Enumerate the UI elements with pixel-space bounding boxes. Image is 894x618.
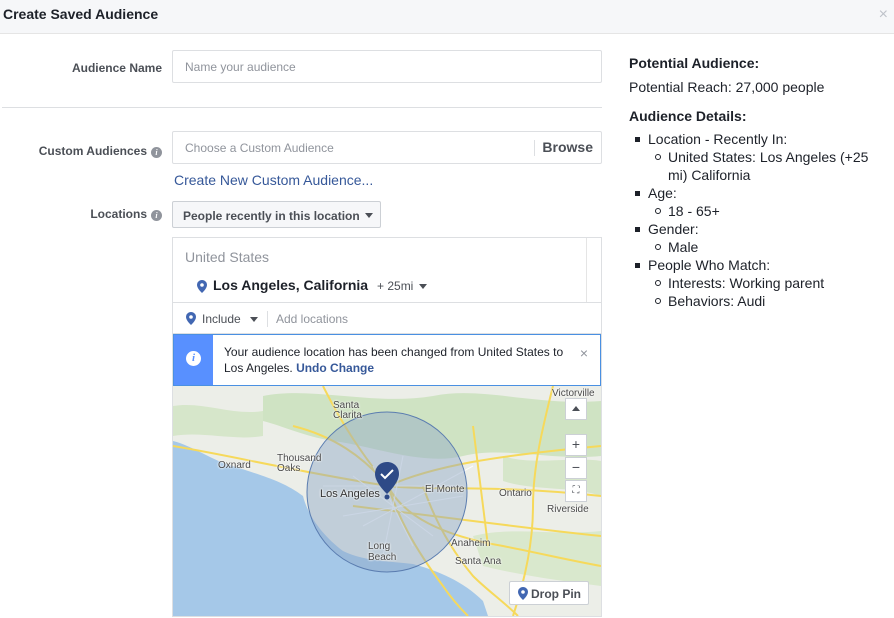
potential-audience-heading: Potential Audience:	[629, 55, 760, 71]
location-change-notice: i Your audience location has been change…	[173, 334, 601, 386]
locations-label: Locations i	[90, 207, 162, 221]
detail-behaviors: Behaviors: Audi	[668, 293, 766, 309]
bullet-square	[635, 227, 640, 232]
detail-location-value: United States: Los Angeles (+25 mi) Cali…	[668, 149, 869, 183]
zoom-out-button[interactable]: −	[565, 457, 587, 479]
location-pin-icon	[197, 280, 207, 293]
bullet-square	[635, 137, 640, 142]
bullet-circle	[655, 154, 661, 160]
add-locations-input[interactable]: Add locations	[276, 312, 348, 326]
bullet-circle	[655, 280, 661, 286]
include-row: Include Add locations	[173, 302, 601, 334]
location-list-scrollbar[interactable]	[586, 238, 587, 302]
map-label-santa-clarita: Santa Clarita	[333, 400, 362, 421]
radius-value: + 25mi	[377, 279, 414, 293]
audience-name-input[interactable]: Name your audience	[172, 50, 602, 83]
detail-match-title: People Who Match:	[648, 257, 771, 273]
info-icon[interactable]: i	[151, 147, 162, 158]
info-icon[interactable]: i	[151, 210, 162, 221]
location-pin-icon	[518, 587, 528, 600]
detail-age-value-item: 18 - 65+	[629, 202, 889, 220]
detail-age-value: 18 - 65+	[668, 203, 720, 219]
detail-gender-title: Gender:	[648, 221, 699, 237]
notice-message: Your audience location has been changed …	[224, 344, 574, 376]
drop-pin-button[interactable]: Drop Pin	[509, 581, 589, 605]
location-type-dropdown[interactable]: People recently in this location	[172, 201, 381, 228]
dialog-title: Create Saved Audience	[3, 6, 159, 22]
selected-location: Los Angeles, California	[213, 277, 369, 293]
create-custom-audience-link[interactable]: Create New Custom Audience...	[174, 172, 373, 188]
map-collapse-button[interactable]	[565, 398, 587, 420]
detail-behaviors-item: Behaviors: Audi	[629, 292, 889, 310]
map-label-thousand-oaks: Thousand Oaks	[277, 453, 322, 474]
audience-details-list: Location - Recently In: United States: L…	[629, 130, 889, 310]
bullet-circle	[655, 298, 661, 304]
info-icon: i	[186, 351, 201, 366]
detail-interests: Interests: Working parent	[668, 275, 825, 291]
potential-reach: Potential Reach: 27,000 people	[629, 79, 825, 95]
chevron-down-icon	[365, 213, 373, 218]
browse-button[interactable]: Browse	[542, 139, 593, 155]
detail-age-title: Age:	[648, 185, 677, 201]
location-panel: United States Los Angeles, California + …	[172, 237, 602, 617]
map-label-anaheim: Anaheim	[451, 538, 491, 549]
detail-location-value-item: United States: Los Angeles (+25 mi) Cali…	[629, 148, 889, 184]
map-label-los-angeles: Los Angeles	[320, 488, 380, 500]
chevron-up-icon	[572, 406, 580, 411]
drop-pin-label: Drop Pin	[531, 587, 581, 601]
map-label-santa-ana: Santa Ana	[455, 556, 502, 567]
detail-location: Location - Recently In:	[629, 130, 889, 148]
audience-details-heading: Audience Details:	[629, 108, 747, 124]
map-label-long-beach: Long Beach	[368, 541, 397, 563]
location-pin-icon	[186, 312, 196, 325]
detail-location-title: Location - Recently In:	[648, 131, 788, 147]
detail-match: People Who Match:	[629, 256, 889, 274]
bullet-circle	[655, 244, 661, 250]
notice-close-icon[interactable]: ×	[580, 345, 588, 361]
detail-gender-value: Male	[668, 239, 699, 255]
browse-divider	[534, 140, 535, 156]
undo-change-link[interactable]: Undo Change	[296, 361, 374, 375]
map-label-riverside: Riverside	[547, 504, 589, 515]
location-country: United States	[185, 249, 270, 265]
chevron-down-icon[interactable]	[250, 317, 258, 322]
map-label-ontario: Ontario	[499, 488, 532, 499]
audience-summary: Potential Audience: Potential Reach: 27,…	[629, 55, 889, 310]
include-divider	[267, 311, 268, 327]
locations-label-text: Locations	[90, 207, 147, 221]
audience-name-label: Audience Name	[71, 61, 162, 75]
notice-text: Your audience location has been changed …	[224, 345, 564, 375]
fullscreen-icon: ⛶	[572, 485, 580, 496]
include-dropdown[interactable]: Include	[202, 312, 241, 326]
section-divider	[2, 107, 602, 108]
detail-interests-item: Interests: Working parent	[629, 274, 889, 292]
location-type-value: People recently in this location	[183, 209, 360, 223]
custom-audiences-label-text: Custom Audiences	[38, 144, 147, 158]
chevron-down-icon	[419, 284, 427, 289]
custom-audience-placeholder: Choose a Custom Audience	[185, 141, 334, 155]
location-map[interactable]: Victorville Santa Clarita Thousand Oaks …	[173, 386, 601, 616]
map-label-oxnard: Oxnard	[218, 460, 251, 471]
bullet-square	[635, 263, 640, 268]
custom-audiences-label: Custom Audiences i	[39, 144, 162, 158]
close-icon[interactable]: ×	[879, 6, 888, 24]
fullscreen-button[interactable]: ⛶	[565, 480, 587, 502]
detail-gender: Gender:	[629, 220, 889, 238]
dialog-header: Create Saved Audience ×	[0, 0, 894, 34]
bullet-square	[635, 191, 640, 196]
custom-audience-input[interactable]: Choose a Custom Audience Browse	[172, 131, 602, 164]
detail-gender-value-item: Male	[629, 238, 889, 256]
detail-age: Age:	[629, 184, 889, 202]
map-label-el-monte: El Monte	[425, 484, 465, 495]
bullet-circle	[655, 208, 661, 214]
audience-name-placeholder: Name your audience	[185, 60, 296, 74]
include-value: Include	[202, 312, 241, 326]
zoom-in-button[interactable]: +	[565, 434, 587, 456]
notice-accent: i	[174, 335, 213, 385]
radius-dropdown[interactable]: + 25mi	[377, 279, 427, 293]
